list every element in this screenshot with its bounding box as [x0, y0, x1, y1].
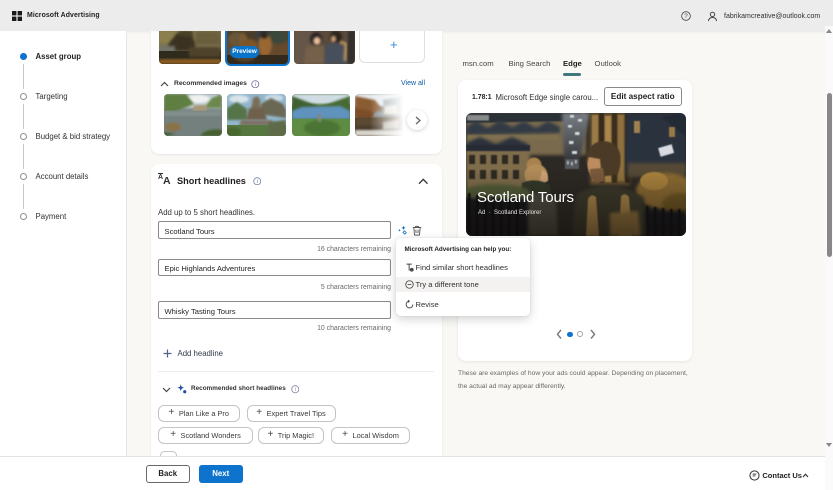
svg-text:?: ? [684, 13, 688, 20]
svg-text:i: i [294, 387, 295, 393]
svg-text:i: i [255, 82, 256, 88]
svg-text:i: i [256, 179, 257, 185]
